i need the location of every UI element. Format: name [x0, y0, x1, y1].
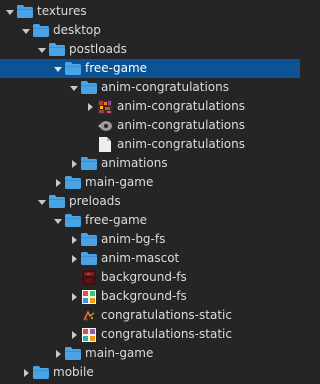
file-icon — [97, 137, 113, 153]
folder-icon — [81, 156, 97, 172]
spritesheet-image-icon — [81, 289, 97, 305]
tree-item-label: congratulations-static — [101, 327, 232, 341]
small-image-icon — [81, 308, 97, 324]
tree-item-label: anim-congratulations — [101, 80, 229, 94]
chevron-down-icon[interactable] — [68, 78, 79, 97]
tree-item-anim-congratulations-spritesheet[interactable]: anim-congratulations — [0, 97, 300, 116]
tree-item-main-game[interactable]: main-game — [0, 344, 300, 363]
tree-item-label: preloads — [69, 194, 121, 208]
tree-item-label: anim-mascot — [101, 251, 180, 265]
tree-item-main-game[interactable]: main-game — [0, 173, 300, 192]
tree-item-background-fs-image[interactable]: background-fs — [0, 268, 300, 287]
tree-item-animations[interactable]: animations — [0, 154, 300, 173]
chevron-down-icon[interactable] — [4, 2, 15, 21]
tree-item-anim-mascot[interactable]: anim-mascot — [0, 249, 300, 268]
tree-item-label: textures — [37, 4, 87, 18]
folder-icon — [65, 175, 81, 191]
spritesheet-image-icon — [97, 99, 113, 115]
tree-item-preloads[interactable]: preloads — [0, 192, 300, 211]
folder-icon — [81, 251, 97, 267]
folder-icon — [65, 346, 81, 362]
chevron-down-icon[interactable] — [20, 21, 31, 40]
folder-icon — [33, 23, 49, 39]
no-expander — [68, 306, 79, 325]
folder-icon — [65, 213, 81, 229]
folder-icon — [49, 194, 65, 210]
tree-item-free-game[interactable]: free-game — [0, 211, 300, 230]
chevron-right-icon[interactable] — [68, 249, 79, 268]
tree-item-anim-bg-fs[interactable]: anim-bg-fs — [0, 230, 300, 249]
chevron-right-icon[interactable] — [68, 287, 79, 306]
tree-item-label: free-game — [85, 213, 148, 227]
tree-item-congratulations-static-image[interactable]: congratulations-static — [0, 306, 300, 325]
chevron-right-icon[interactable] — [52, 173, 63, 192]
tree-item-label: background-fs — [101, 270, 187, 284]
tree-item-label: postloads — [69, 42, 127, 56]
tree-item-label: background-fs — [101, 289, 187, 303]
tree-item-anim-congratulations-folder[interactable]: anim-congratulations — [0, 78, 300, 97]
chevron-down-icon[interactable] — [52, 59, 63, 78]
tree-item-label: congratulations-static — [101, 308, 232, 322]
tree-item-label: main-game — [85, 175, 154, 189]
tree-item-label: anim-bg-fs — [101, 232, 166, 246]
spritesheet-image-icon — [81, 327, 97, 343]
tree-item-label: main-game — [85, 346, 154, 360]
tree-item-label: anim-congratulations — [117, 137, 245, 151]
tree-item-label: anim-congratulations — [117, 99, 245, 113]
chevron-right-icon[interactable] — [68, 325, 79, 344]
chevron-right-icon[interactable] — [84, 97, 95, 116]
tree-item-free-game-selected[interactable]: free-game — [0, 59, 300, 78]
chevron-right-icon[interactable] — [52, 344, 63, 363]
animation-gear-icon — [97, 118, 113, 134]
folder-icon — [49, 42, 65, 58]
tree-item-background-fs-spritesheet[interactable]: background-fs — [0, 287, 300, 306]
tree-item-textures[interactable]: textures — [0, 2, 300, 21]
tree-item-label: desktop — [53, 23, 101, 37]
tree-item-label: mobile — [53, 365, 94, 379]
folder-icon — [33, 365, 49, 381]
tree-item-desktop[interactable]: desktop — [0, 21, 300, 40]
tree-item-label: animations — [101, 156, 168, 170]
file-tree: textures desktop postloads free-game ani… — [0, 0, 300, 384]
chevron-right-icon[interactable] — [20, 363, 31, 382]
folder-icon — [65, 61, 81, 77]
chevron-down-icon[interactable] — [36, 40, 47, 59]
tree-item-postloads[interactable]: postloads — [0, 40, 300, 59]
tree-item-anim-congratulations-animation[interactable]: anim-congratulations — [0, 116, 300, 135]
folder-icon — [81, 80, 97, 96]
no-expander — [84, 135, 95, 154]
tree-item-label: anim-congratulations — [117, 118, 245, 132]
no-expander — [84, 116, 95, 135]
chevron-right-icon[interactable] — [68, 154, 79, 173]
chevron-right-icon[interactable] — [68, 230, 79, 249]
tree-item-mobile[interactable]: mobile — [0, 363, 300, 382]
folder-icon — [81, 232, 97, 248]
dark-image-icon — [81, 270, 97, 286]
chevron-down-icon[interactable] — [36, 192, 47, 211]
tree-item-congratulations-static-spritesheet[interactable]: congratulations-static — [0, 325, 300, 344]
folder-icon — [17, 4, 33, 20]
chevron-down-icon[interactable] — [52, 211, 63, 230]
tree-item-anim-congratulations-file[interactable]: anim-congratulations — [0, 135, 300, 154]
tree-item-label: free-game — [85, 61, 148, 75]
no-expander — [68, 268, 79, 287]
